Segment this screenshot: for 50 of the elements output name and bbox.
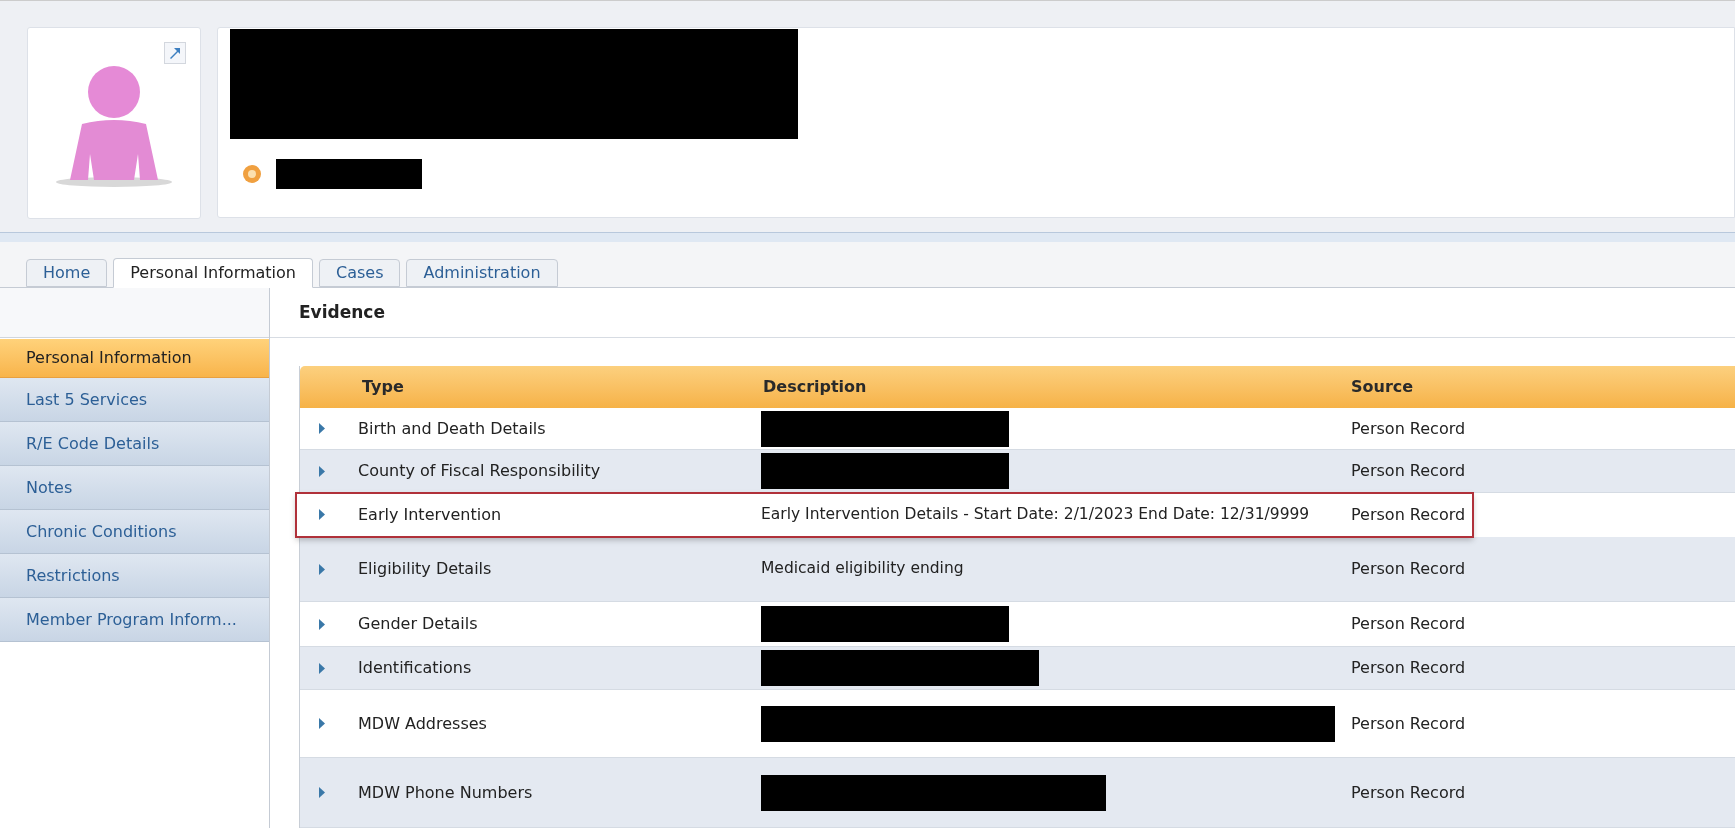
table-cell-text: County of Fiscal Responsibility [358, 460, 601, 482]
sidebar-item[interactable]: Member Program Inform... [0, 598, 269, 642]
table-cell-text: MDW Phone Numbers [358, 781, 533, 804]
sidebar-item[interactable]: Last 5 Services [0, 378, 269, 422]
table-cell-text: Medicaid eligibility ending [761, 558, 964, 580]
table-cell: Person Record [1351, 559, 1466, 578]
expand-arrow-icon[interactable] [318, 562, 326, 576]
table-row[interactable]: County of Fiscal Responsibility Person Record [300, 450, 1735, 493]
sidebar-item[interactable]: Restrictions [0, 554, 269, 598]
table-cell-text: Identifications [358, 657, 472, 679]
expand-arrow-icon[interactable] [318, 661, 326, 675]
table-cell-text: Early Intervention Details - Start Date: 2/1/2023 End Date: 12/31/9999 [761, 503, 1310, 525]
sidebar-item[interactable]: R/E Code Details [0, 422, 269, 466]
table-cell-text: Eligibility Details [358, 558, 492, 580]
table-row[interactable]: Birth and Death Details Person Record [300, 408, 1735, 450]
table-cell: Person Record [1351, 504, 1466, 524]
table-cell-text: Birth and Death Details [358, 417, 546, 440]
tab[interactable]: Cases [318, 259, 401, 287]
table-row[interactable]: MDW Phone Numbers Person Record [300, 758, 1735, 828]
expand-arrow-icon[interactable] [318, 617, 326, 631]
table-cell: Person Record [1351, 461, 1466, 480]
table-cell: Person Record [1351, 658, 1466, 677]
table-cell-text: Gender Details [358, 613, 478, 635]
table-cell: Person Record [1351, 782, 1466, 802]
expand-arrow-icon[interactable] [318, 786, 326, 799]
table-row[interactable]: Eligibility Details Medicaid eligibility ending Person Record [300, 537, 1735, 602]
section-title: Evidence [299, 300, 385, 324]
tab[interactable]: Personal Information [113, 258, 313, 288]
column-header[interactable]: Description [747, 375, 1335, 399]
expand-arrow-icon[interactable] [318, 717, 326, 730]
status-icon [242, 164, 262, 184]
table-cell-text: Early Intervention [358, 503, 502, 526]
table-cell: Person Record [1351, 713, 1466, 733]
popout-button[interactable] [164, 42, 186, 64]
sidebar-item[interactable]: Chronic Conditions [0, 510, 269, 554]
column-header[interactable]: Type [300, 375, 747, 399]
expand-arrow-icon[interactable] [318, 464, 326, 478]
sidebar-item[interactable]: Personal Information [0, 339, 269, 378]
table-row[interactable]: Identifications Person Record [300, 647, 1735, 690]
table-row[interactable]: Early Intervention Early Intervention Details - Start Date: 2/1/2023 End Date: 12/31/9999 Person Record [296, 493, 1473, 537]
expand-arrow-icon[interactable] [318, 508, 326, 521]
tab[interactable]: Administration [406, 259, 558, 287]
table-cell: Person Record [1351, 418, 1466, 438]
table-cell-text: MDW Addresses [358, 712, 487, 735]
arrow-icon [168, 46, 182, 60]
table-cell: Person Record [1351, 614, 1466, 633]
tab[interactable]: Home [26, 259, 108, 287]
sidebar-item[interactable]: Notes [0, 466, 269, 510]
column-header[interactable]: Source [1335, 375, 1735, 399]
expand-arrow-icon[interactable] [318, 422, 326, 435]
